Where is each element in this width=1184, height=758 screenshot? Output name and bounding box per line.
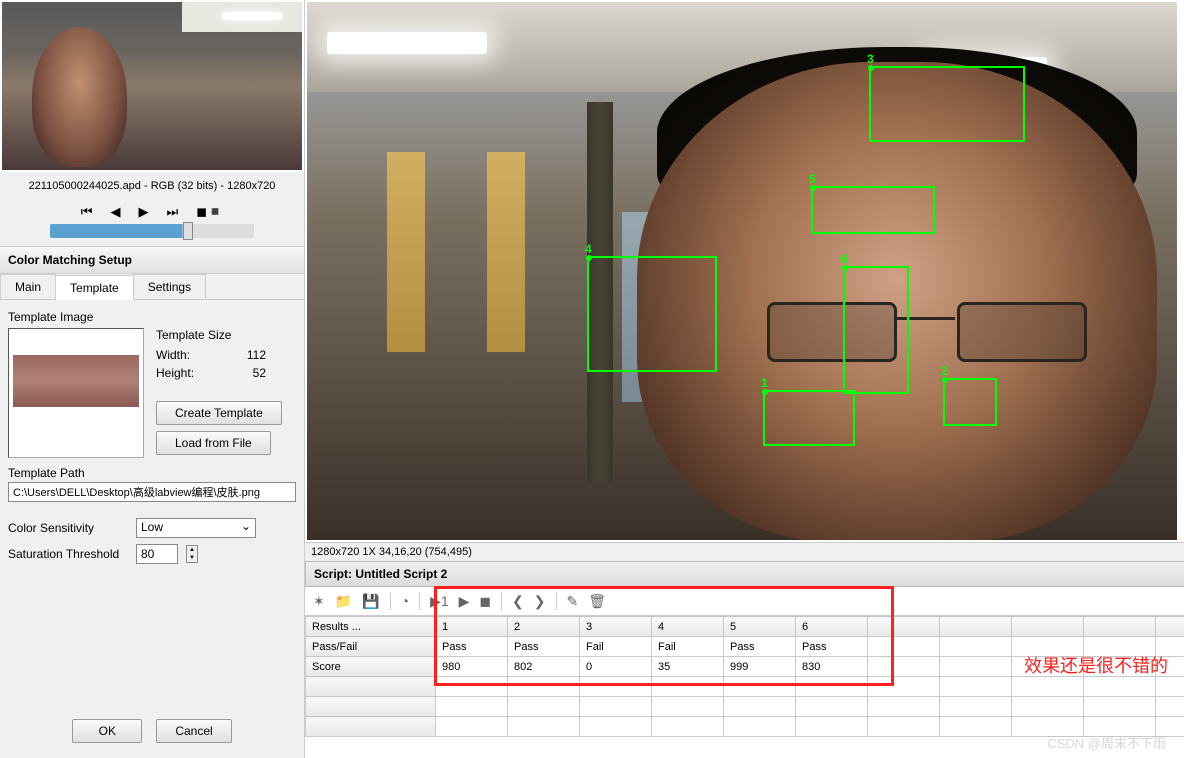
play-button[interactable]: ▶ <box>139 204 149 220</box>
cell: Pass <box>724 637 796 657</box>
first-frame-button[interactable]: ⏮ <box>81 204 93 220</box>
results-col-11 <box>1156 617 1184 637</box>
cell: Pass <box>436 637 508 657</box>
results-col-3: 3 <box>580 617 652 637</box>
script-toolbar: ✶ 📁 💾 ◔ ▶1 ▶ ◼ ❮ ❯ ✎ 🗑 <box>305 587 1184 616</box>
cell <box>868 657 940 677</box>
cell: Pass <box>508 637 580 657</box>
cell: 830 <box>796 657 868 677</box>
roi-box-3[interactable]: 3 <box>869 66 1025 142</box>
color-sensitivity-label: Color Sensitivity <box>8 521 128 535</box>
results-col-4: 4 <box>652 617 724 637</box>
delete-icon[interactable]: 🗑 <box>588 593 606 610</box>
thumbnail-image[interactable] <box>2 2 302 170</box>
edit-icon[interactable]: ✎ <box>567 593 579 610</box>
cancel-button[interactable]: Cancel <box>156 719 231 743</box>
hint-icon[interactable]: ◔ <box>401 593 409 609</box>
dialog-buttons: OK Cancel <box>0 704 304 758</box>
width-label: Width: <box>156 348 190 362</box>
results-col-9 <box>1012 617 1084 637</box>
cell: 0 <box>580 657 652 677</box>
stop-icon[interactable]: ◼ <box>479 593 491 610</box>
cell <box>940 637 1012 657</box>
results-col-6: 6 <box>796 617 868 637</box>
tab-template[interactable]: Template <box>55 275 134 300</box>
template-path-label: Template Path <box>8 466 296 480</box>
roi-box-4[interactable]: 4 <box>587 256 717 372</box>
image-status-bar: 1280x720 1X 34,16,20 (754,495) <box>305 542 1184 561</box>
color-sensitivity-select[interactable]: Low <box>136 518 256 538</box>
right-panel: 123456 1280x720 1X 34,16,20 (754,495) Sc… <box>305 0 1184 758</box>
results-area: Results ...123456Pass/FailPassPassFailFa… <box>305 616 1184 737</box>
width-value: 112 <box>247 348 266 362</box>
height-value: 52 <box>253 366 266 380</box>
prev-frame-button[interactable]: ◀ <box>111 204 121 220</box>
tab-main[interactable]: Main <box>0 274 56 299</box>
next-frame-button[interactable]: ⏭ <box>167 204 179 220</box>
results-col-10 <box>1084 617 1156 637</box>
cell: 35 <box>652 657 724 677</box>
results-col-2: 2 <box>508 617 580 637</box>
results-col-7 <box>868 617 940 637</box>
playback-controls: ⏮ ◀ ▶ ⏭ ◼◾ <box>0 200 304 222</box>
results-header-label: Results ... <box>306 617 436 637</box>
cell: 802 <box>508 657 580 677</box>
height-label: Height: <box>156 366 194 380</box>
run-icon[interactable]: ▶ <box>459 593 470 610</box>
tab-settings[interactable]: Settings <box>133 274 206 299</box>
tab-bar: Main Template Settings <box>0 274 304 300</box>
results-col-1: 1 <box>436 617 508 637</box>
cell: Fail <box>652 637 724 657</box>
annotation-text: 效果还是很不错的 <box>1024 652 1168 678</box>
open-icon[interactable]: 📁 <box>335 593 352 610</box>
loop-button[interactable]: ◼◾ <box>196 204 223 220</box>
file-info: 221105000244025.apd - RGB (32 bits) - 12… <box>0 172 304 200</box>
load-from-file-button[interactable]: Load from File <box>156 431 271 455</box>
left-panel: 221105000244025.apd - RGB (32 bits) - 12… <box>0 0 305 758</box>
main-image-viewer[interactable]: 1 2 3 4 5 6 <box>307 2 1177 540</box>
save-icon[interactable]: 💾 <box>362 593 379 610</box>
watermark: CSDN @周末不下雨 <box>1047 733 1166 752</box>
step-forward-icon[interactable]: ❯ <box>534 593 546 610</box>
cell: 999 <box>724 657 796 677</box>
template-panel: Template Image Template Size Width: 112 … <box>0 300 304 704</box>
ok-button[interactable]: OK <box>72 719 142 743</box>
cell: Pass <box>796 637 868 657</box>
run-once-icon[interactable]: ▶1 <box>430 593 449 610</box>
cell: 980 <box>436 657 508 677</box>
results-col-8 <box>940 617 1012 637</box>
roi-box-6[interactable]: 6 <box>843 266 909 394</box>
step-back-icon[interactable]: ❮ <box>512 593 524 610</box>
template-image-label: Template Image <box>8 310 296 324</box>
row-label: Pass/Fail <box>306 637 436 657</box>
template-image-preview[interactable] <box>8 328 144 458</box>
section-title: Color Matching Setup <box>0 246 304 274</box>
create-template-button[interactable]: Create Template <box>156 401 282 425</box>
new-icon[interactable]: ✶ <box>313 593 325 610</box>
saturation-threshold-label: Saturation Threshold <box>8 547 128 561</box>
row-label: Score <box>306 657 436 677</box>
roi-box-2[interactable]: 2 <box>943 378 997 426</box>
roi-box-5[interactable]: 5 <box>811 186 935 234</box>
frame-slider[interactable] <box>50 224 254 238</box>
saturation-threshold-input[interactable] <box>136 544 178 564</box>
script-title: Script: Untitled Script 2 <box>305 561 1184 587</box>
cell: Fail <box>580 637 652 657</box>
template-size-label: Template Size <box>156 328 296 342</box>
cell <box>940 657 1012 677</box>
thumbnail-area <box>0 0 304 172</box>
results-col-5: 5 <box>724 617 796 637</box>
saturation-spinner[interactable]: ▲▼ <box>186 545 198 563</box>
template-path-input[interactable] <box>8 482 296 502</box>
cell <box>868 637 940 657</box>
roi-box-1[interactable]: 1 <box>763 390 855 446</box>
